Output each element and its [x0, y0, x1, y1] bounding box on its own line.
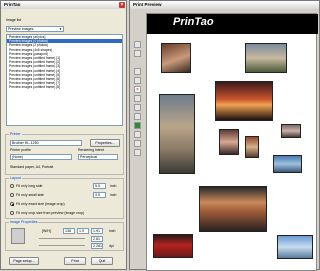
print-button[interactable]: Print: [64, 257, 86, 265]
image-list-label: Image list: [6, 18, 21, 22]
rendering-intent-label: Rendering Intent: [78, 148, 104, 152]
size-unit: inch: [109, 229, 116, 233]
long-side-input[interactable]: 5.5: [93, 183, 106, 189]
photo-thumbnail[interactable]: [159, 94, 195, 174]
image-properties-group: Image Properties [W/H] 138 1.9 1.91 inch…: [5, 220, 124, 251]
move-icon[interactable]: [134, 113, 141, 120]
slider-track[interactable]: [39, 238, 85, 239]
printer-select[interactable]: Brother HL-1250: [10, 140, 82, 146]
photo-thumbnail[interactable]: [161, 43, 191, 73]
select-icon[interactable]: [134, 50, 141, 57]
value2-input[interactable]: 2.281: [91, 243, 103, 249]
photo-thumbnail[interactable]: [281, 124, 301, 138]
logo-text: PrinTao: [173, 16, 214, 28]
width-input[interactable]: 138: [63, 228, 75, 234]
fit-small-side-label: Fit on!y small side: [16, 193, 45, 197]
printer-group: Printer Brother HL-1250 Properties... Pr…: [5, 132, 124, 175]
fit-crop-preview-radio[interactable]: [10, 211, 14, 215]
photo-thumbnail[interactable]: [199, 186, 267, 232]
dpi-unit: dpi: [109, 244, 114, 248]
layout-group: Layout Fit on!y long side 5.5 inch Fit o…: [5, 176, 124, 219]
settings-icon[interactable]: [134, 140, 141, 147]
long-side-unit: inch: [110, 184, 117, 188]
photo-thumbnail[interactable]: [273, 155, 302, 173]
image-list-select[interactable]: Preview images ▼: [6, 26, 64, 32]
fit-crop-preview-label: Fit on!y crop size from preview (image c…: [16, 211, 85, 215]
logo-banner: PrinTao: [147, 14, 318, 34]
list-item[interactable]: Preview images (untitled frame) [8]: [7, 85, 122, 89]
fit-small-side-radio[interactable]: [10, 193, 14, 197]
chevron-down-icon: ▼: [59, 27, 62, 31]
fit-long-side-label: Fit on!y long side: [16, 184, 43, 188]
zoom-out-icon[interactable]: [134, 77, 141, 84]
help-icon[interactable]: [134, 149, 141, 156]
photo-thumbnail[interactable]: [215, 81, 273, 121]
fit-exact-size-radio[interactable]: [10, 202, 14, 206]
color-icon[interactable]: [134, 131, 141, 138]
fit-long-side-radio[interactable]: [10, 184, 14, 188]
layout-group-label: Layout: [9, 176, 22, 180]
image-list[interactable]: Preview images (all pics) Preview images…: [6, 34, 123, 126]
small-side-unit: inch: [110, 193, 117, 197]
crop-icon[interactable]: [134, 104, 141, 111]
right-titlebar: Print Preview: [130, 1, 319, 9]
zoom-in-icon[interactable]: [134, 68, 141, 75]
photo-thumbnail[interactable]: [277, 235, 313, 259]
rendering-intent-select[interactable]: Perceptual: [78, 154, 118, 160]
close-icon[interactable]: ×: [119, 2, 125, 8]
delete-icon[interactable]: ×: [134, 86, 141, 93]
grid-icon[interactable]: [134, 41, 141, 48]
photo-thumbnail[interactable]: [245, 43, 287, 73]
printao-window: PrinTao × Image list Preview images ▼ Pr…: [0, 0, 127, 270]
value1-input[interactable]: 2.81: [91, 236, 103, 242]
left-window-title: PrinTao: [4, 2, 21, 7]
rotate-icon[interactable]: [134, 95, 141, 102]
properties-button[interactable]: Properties...: [90, 139, 120, 147]
printer-group-label: Printer: [9, 132, 22, 136]
print-preview-window: Print Preview × PrinTao: [129, 0, 320, 271]
size-label: [W/H]: [42, 229, 51, 233]
preview-paper[interactable]: PrinTao: [146, 13, 318, 271]
quit-button[interactable]: Quit: [91, 257, 113, 265]
height-input[interactable]: 1.9: [77, 228, 89, 234]
printer-profile-label: Printer profile: [10, 148, 31, 152]
page-setup-button[interactable]: Page setup...: [9, 257, 39, 265]
paper-info: Standard paper, A4, Portrait: [10, 165, 54, 169]
toolbar: ×: [133, 13, 143, 271]
photo-thumbnail[interactable]: [245, 136, 259, 158]
right-window-title: Print Preview: [133, 2, 162, 7]
small-side-input[interactable]: 3.5: [93, 192, 106, 198]
slider-track[interactable]: [39, 245, 85, 246]
printer-profile-select[interactable]: (None): [10, 154, 72, 160]
frame-icon[interactable]: [134, 122, 141, 129]
photo-thumbnail[interactable]: [219, 129, 239, 155]
left-titlebar: PrinTao ×: [1, 1, 126, 9]
fit-exact-size-label: Fit on!y exact size (image crop): [16, 202, 65, 206]
image-thumbnail: [11, 228, 25, 244]
image-properties-label: Image Properties: [9, 220, 39, 224]
photo-thumbnail[interactable]: [153, 234, 193, 258]
height2-input[interactable]: 1.91: [91, 228, 103, 234]
